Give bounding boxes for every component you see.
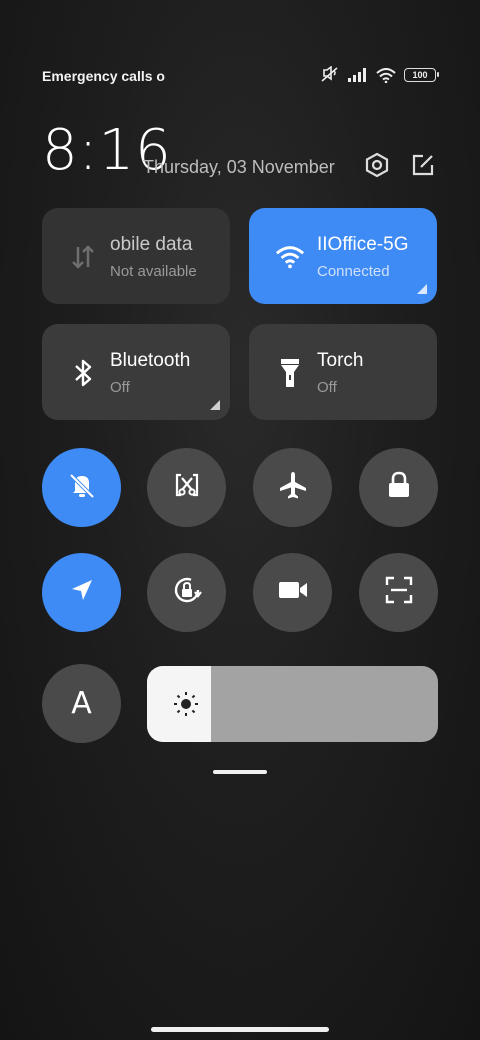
toggle-rotation-lock[interactable] xyxy=(147,553,226,632)
date-label: Thursday, 03 November xyxy=(143,157,335,177)
tile-title: Torch xyxy=(317,350,364,371)
tile-torch[interactable]: Torch Off xyxy=(249,324,437,420)
tile-subtitle: Not available xyxy=(110,263,197,280)
screenshot-icon xyxy=(172,470,202,505)
status-bar: Emergency calls o 100 xyxy=(42,62,439,90)
toggle-screen-recorder[interactable] xyxy=(253,553,332,632)
silent-icon xyxy=(320,66,340,84)
tile-subtitle: Off xyxy=(110,379,130,396)
carrier-text: Emergency calls o xyxy=(42,68,165,84)
auto-brightness-button[interactable]: A xyxy=(42,664,121,743)
tile-bluetooth[interactable]: Bluetooth Off xyxy=(42,324,230,420)
toggle-lock-screen[interactable] xyxy=(359,448,438,527)
tile-title: Bluetooth xyxy=(110,350,191,371)
toggle-silent[interactable] xyxy=(42,448,121,527)
expand-corner-icon[interactable] xyxy=(210,400,220,410)
tile-subtitle: Off xyxy=(317,379,337,396)
toggle-location[interactable] xyxy=(42,553,121,632)
wifi-status-icon xyxy=(376,67,396,83)
bell-off-icon xyxy=(67,470,97,505)
battery-icon: 100 xyxy=(404,68,439,82)
tile-wifi[interactable]: IIOffice-5G Connected xyxy=(249,208,437,304)
bluetooth-icon xyxy=(68,358,98,388)
airplane-icon xyxy=(277,469,309,506)
status-icons: 100 xyxy=(320,66,439,84)
brightness-slider[interactable] xyxy=(147,666,438,742)
tile-title: IIOffice-5G xyxy=(317,234,409,255)
wifi-icon xyxy=(275,242,305,272)
expand-corner-icon[interactable] xyxy=(417,284,427,294)
lock-icon xyxy=(385,470,413,505)
scan-icon xyxy=(384,575,414,610)
torch-icon xyxy=(275,358,305,388)
signal-icon xyxy=(348,68,368,82)
video-camera-icon xyxy=(277,578,309,607)
settings-icon[interactable] xyxy=(362,150,392,180)
edit-icon[interactable] xyxy=(408,150,438,180)
tile-mobile-data[interactable]: obile data Not available xyxy=(42,208,230,304)
home-indicator[interactable] xyxy=(151,1027,329,1032)
rotation-lock-icon xyxy=(171,574,203,611)
toggle-screenshot[interactable] xyxy=(147,448,226,527)
tile-subtitle: Connected xyxy=(317,263,390,280)
tile-title: obile data xyxy=(110,234,193,255)
toggle-airplane-mode[interactable] xyxy=(253,448,332,527)
toggle-scanner[interactable] xyxy=(359,553,438,632)
mobile-data-icon xyxy=(68,242,98,272)
sun-icon xyxy=(173,691,199,722)
location-arrow-icon xyxy=(68,576,96,609)
panel-drag-handle[interactable] xyxy=(213,770,267,774)
